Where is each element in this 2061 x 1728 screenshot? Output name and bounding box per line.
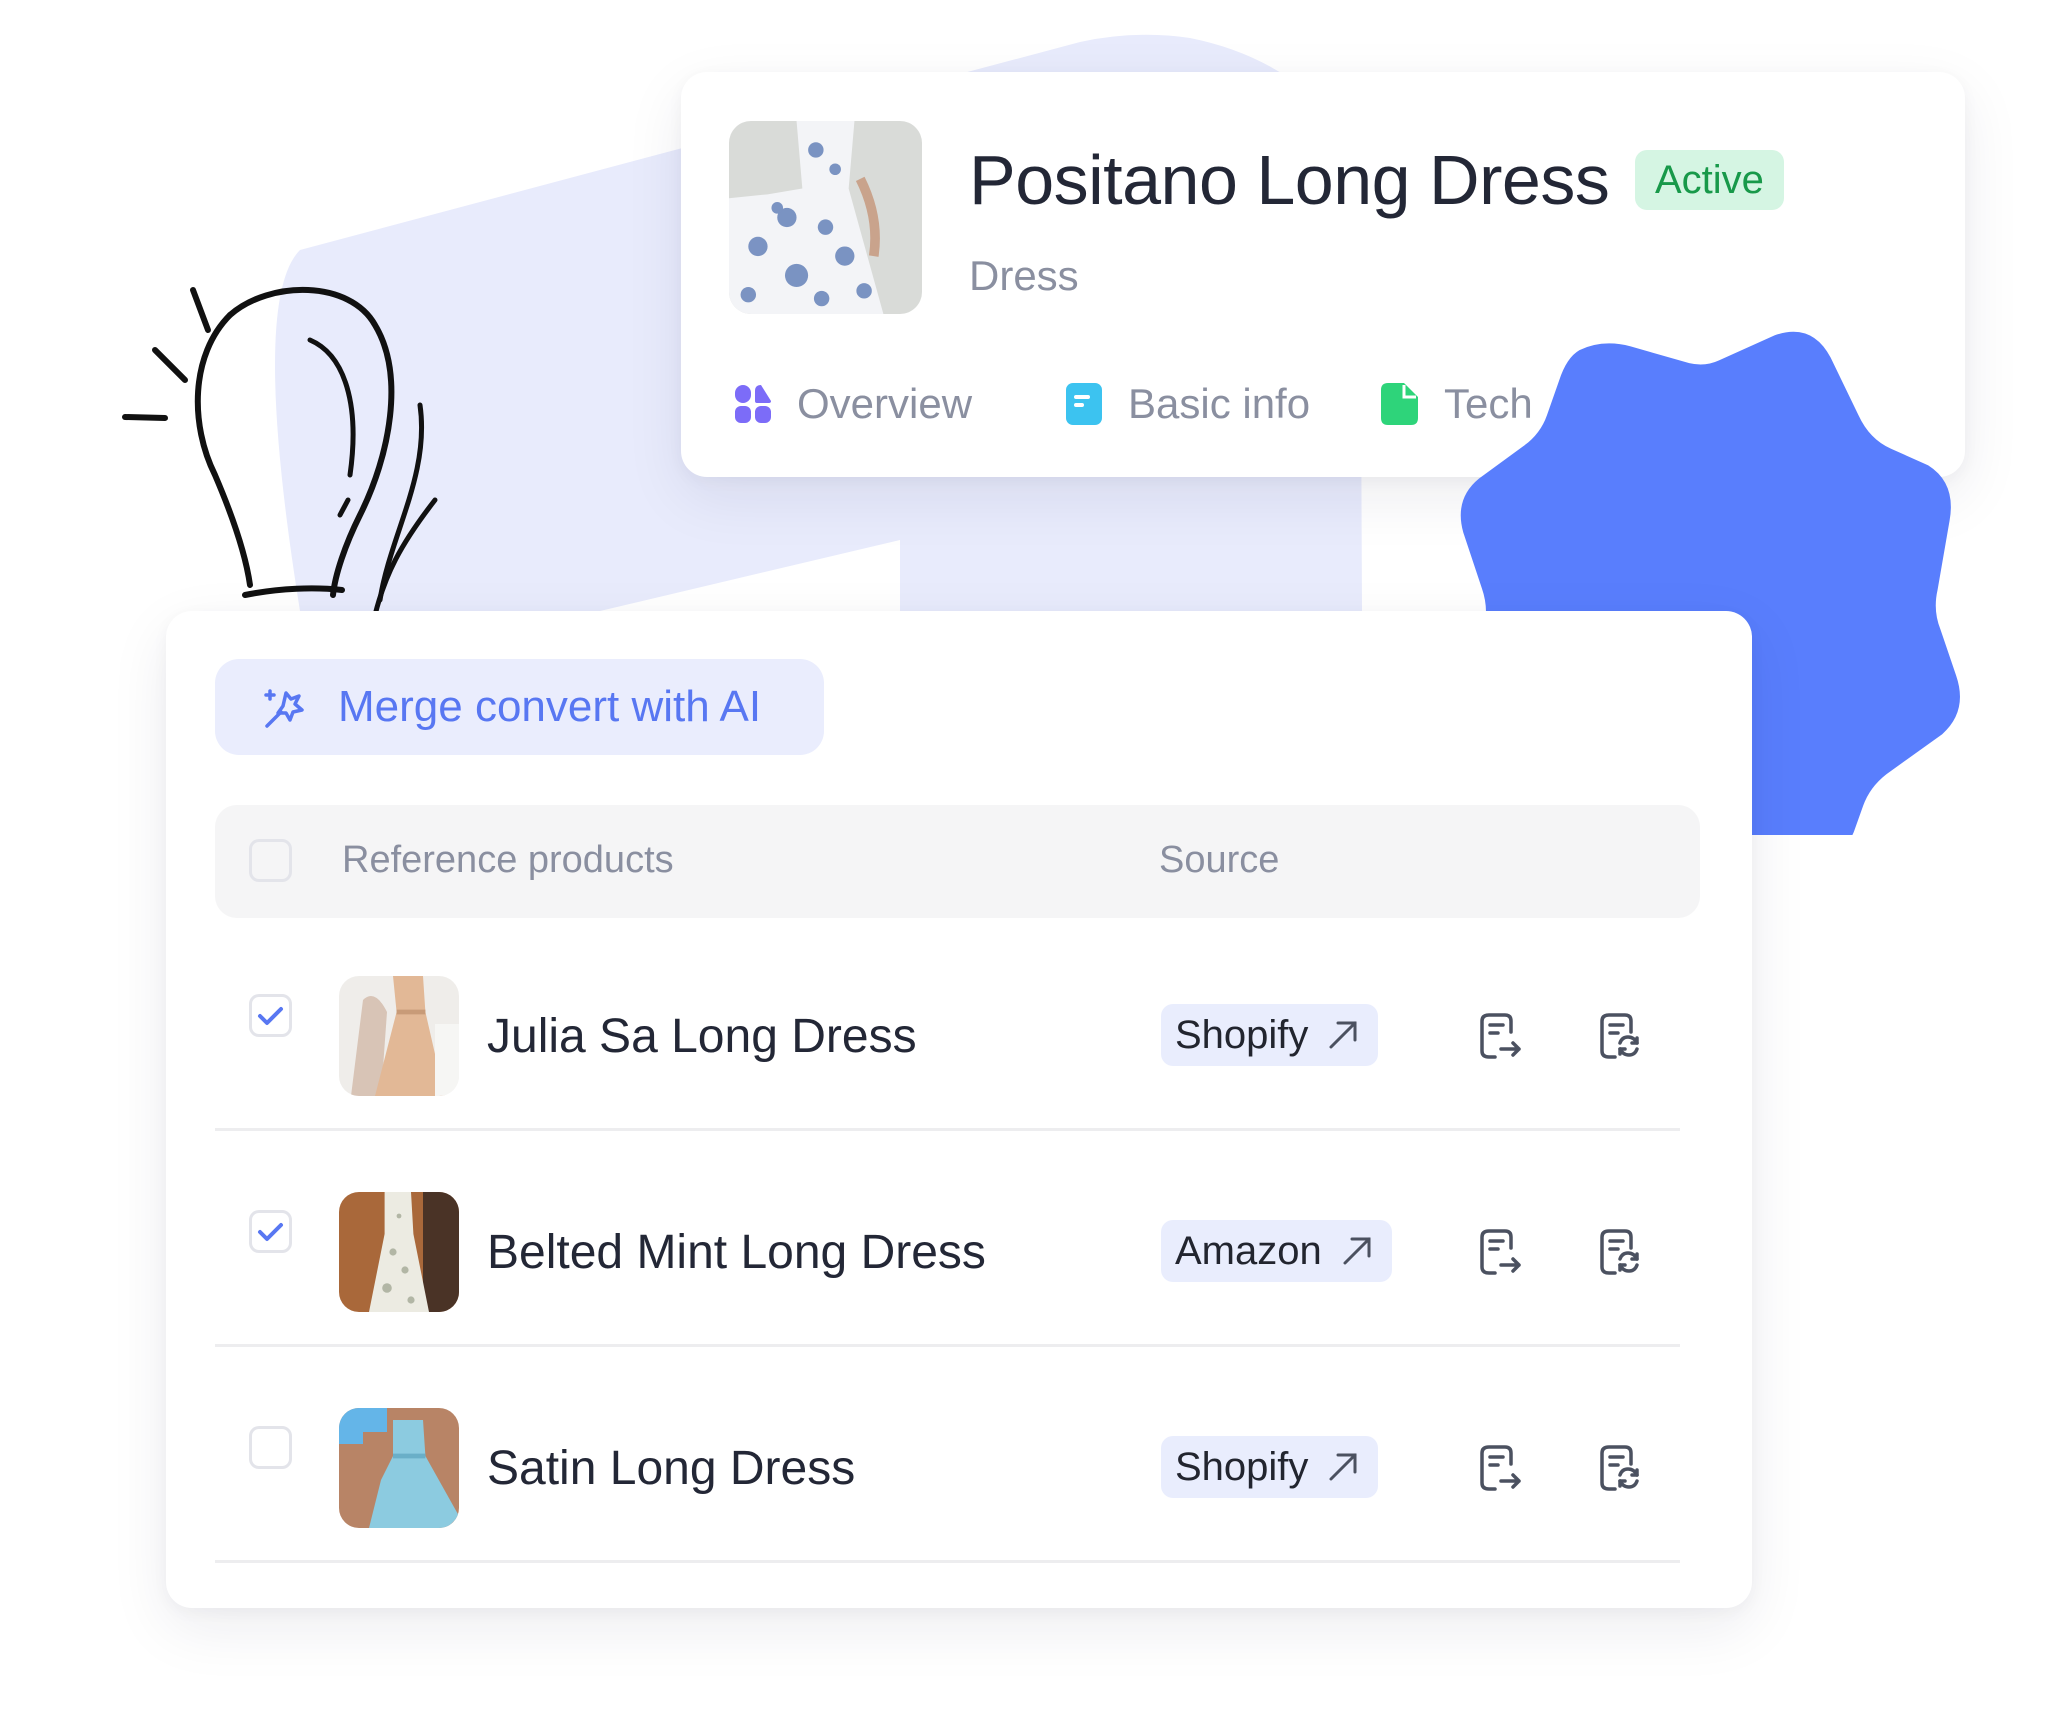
grid-icon	[735, 385, 771, 423]
sync-document-icon[interactable]	[1599, 1444, 1643, 1492]
merge-button-label: Merge convert with AI	[338, 682, 762, 731]
column-header-reference-products: Reference products	[342, 839, 674, 881]
sync-document-icon[interactable]	[1599, 1228, 1643, 1276]
sync-document-icon[interactable]	[1599, 1012, 1643, 1060]
tab-overview-label: Overview	[797, 380, 973, 427]
table-row: Belted Mint Long Dress Amazon	[215, 1131, 1680, 1347]
checkmark-icon	[258, 1223, 283, 1241]
external-link-icon	[1329, 1453, 1357, 1481]
tab-basic-info-label: Basic info	[1128, 380, 1311, 427]
row-product-image	[339, 1408, 459, 1528]
merge-convert-ai-button[interactable]: Merge convert with AI	[215, 659, 824, 755]
source-label: Shopify	[1175, 1012, 1309, 1057]
tab-basic-info[interactable]: Basic info	[1064, 380, 1311, 427]
export-document-icon[interactable]	[1479, 1012, 1523, 1060]
table-row: Julia Sa Long Dress Shopify	[215, 915, 1680, 1131]
table-row: Satin Long Dress Shopify	[215, 1347, 1680, 1563]
select-all-checkbox[interactable]	[249, 839, 292, 882]
product-title: Positano Long Dress	[969, 141, 1610, 219]
row-divider	[215, 1560, 1680, 1563]
external-link-icon	[1343, 1237, 1371, 1265]
source-link[interactable]: Amazon	[1161, 1220, 1392, 1282]
source-label: Shopify	[1175, 1444, 1309, 1489]
row-product-image	[339, 976, 459, 1096]
row-checkbox[interactable]	[249, 1210, 292, 1253]
reference-products-card: Merge convert with AI Reference products…	[166, 611, 1752, 1608]
source-label: Amazon	[1175, 1228, 1322, 1273]
row-product-name: Satin Long Dress	[487, 1442, 856, 1495]
source-link[interactable]: Shopify	[1161, 1004, 1379, 1066]
product-image	[729, 121, 922, 314]
external-link-icon	[1329, 1021, 1357, 1049]
file-icon	[1381, 383, 1418, 425]
tab-overview[interactable]: Overview	[733, 380, 973, 427]
magic-wand-icon	[264, 689, 304, 728]
row-product-image	[339, 1192, 459, 1312]
table-header: Reference products Source	[215, 805, 1700, 918]
row-checkbox[interactable]	[249, 1426, 292, 1469]
product-category: Dress	[969, 252, 1079, 299]
row-checkbox[interactable]	[249, 994, 292, 1037]
lightbulb-doodle	[122, 287, 438, 635]
export-document-icon[interactable]	[1479, 1444, 1523, 1492]
export-document-icon[interactable]	[1479, 1228, 1523, 1276]
row-product-name: Julia Sa Long Dress	[487, 1010, 917, 1063]
status-badge: Active	[1635, 150, 1784, 210]
source-link[interactable]: Shopify	[1161, 1436, 1379, 1498]
checkmark-icon	[258, 1007, 283, 1025]
column-header-source: Source	[1159, 839, 1280, 881]
row-product-name: Belted Mint Long Dress	[487, 1226, 986, 1279]
document-icon	[1066, 383, 1102, 425]
